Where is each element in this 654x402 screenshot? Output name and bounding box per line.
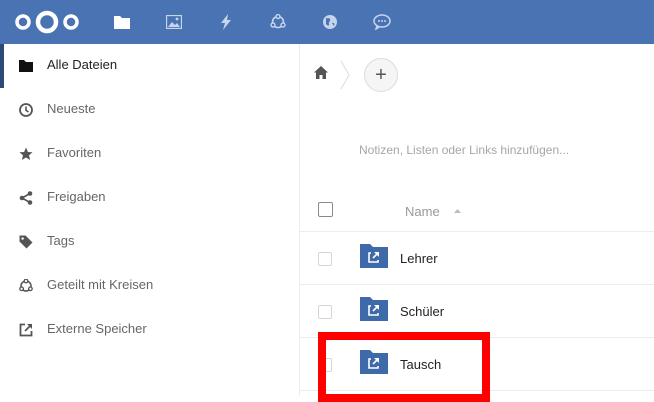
- folder-icon: [18, 58, 34, 74]
- app-globe[interactable]: [304, 0, 356, 44]
- circles-icon: [18, 278, 34, 294]
- nextcloud-logo[interactable]: [12, 9, 82, 35]
- select-all-checkbox[interactable]: [318, 202, 333, 217]
- file-name[interactable]: Lehrer: [400, 251, 438, 266]
- tag-icon: [18, 234, 34, 250]
- sidebar-item-label: Externe Speicher: [47, 321, 147, 336]
- share-icon: [18, 190, 34, 206]
- sidebar-item-all-files[interactable]: Alle Dateien: [0, 44, 299, 88]
- sidebar-item-label: Alle Dateien: [47, 57, 118, 72]
- shared-folder-icon: [360, 244, 388, 268]
- breadcrumb: +: [300, 44, 654, 106]
- globe-icon: [323, 15, 337, 29]
- star-icon: [18, 146, 34, 162]
- highlight-box: [318, 332, 490, 402]
- app-circles[interactable]: [252, 0, 304, 44]
- notes-placeholder[interactable]: Notizen, Listen oder Links hinzufügen...: [359, 143, 569, 157]
- table-header: Name: [300, 189, 654, 232]
- sidebar-item-label: Neueste: [47, 101, 96, 116]
- sidebar: Alle Dateien Neueste Favoriten Freigaben…: [0, 44, 300, 396]
- external-link-icon: [18, 322, 34, 338]
- activity-icon: [221, 14, 231, 30]
- talk-icon: [373, 14, 391, 30]
- files-icon: [114, 16, 130, 29]
- breadcrumb-separator-icon: [340, 60, 350, 90]
- photos-icon: [166, 15, 182, 29]
- app-talk[interactable]: [356, 0, 408, 44]
- sidebar-item-label: Favoriten: [47, 145, 102, 160]
- sidebar-item-label: Tags: [47, 233, 75, 248]
- table-row[interactable]: Lehrer: [300, 232, 654, 285]
- sort-ascending-icon[interactable]: [454, 209, 461, 213]
- add-button[interactable]: +: [364, 58, 398, 92]
- column-name-header[interactable]: Name: [405, 204, 440, 219]
- sidebar-item-label: Geteilt mit Kreisen: [47, 277, 154, 292]
- table-row[interactable]: Schüler: [300, 285, 654, 338]
- file-name[interactable]: Schüler: [400, 304, 444, 319]
- sidebar-item-recent[interactable]: Neueste: [0, 88, 299, 132]
- app-activity[interactable]: [200, 0, 252, 44]
- app-photos[interactable]: [148, 0, 200, 44]
- shared-folder-icon: [360, 297, 388, 321]
- home-icon[interactable]: [314, 66, 328, 79]
- sidebar-item-label: Freigaben: [47, 189, 106, 204]
- sidebar-item-shares[interactable]: Freigaben: [0, 176, 299, 220]
- sidebar-item-external-storage[interactable]: Externe Speicher: [0, 308, 299, 352]
- app-files[interactable]: [96, 0, 148, 44]
- add-button-label: +: [375, 64, 387, 86]
- circles-icon: [270, 14, 286, 29]
- clock-icon: [18, 102, 34, 118]
- top-bar: [0, 0, 654, 44]
- sidebar-item-favorites[interactable]: Favoriten: [0, 132, 299, 176]
- row-checkbox[interactable]: [318, 252, 332, 266]
- row-checkbox[interactable]: [318, 305, 332, 319]
- sidebar-item-circles[interactable]: Geteilt mit Kreisen: [0, 264, 299, 308]
- sidebar-item-tags[interactable]: Tags: [0, 220, 299, 264]
